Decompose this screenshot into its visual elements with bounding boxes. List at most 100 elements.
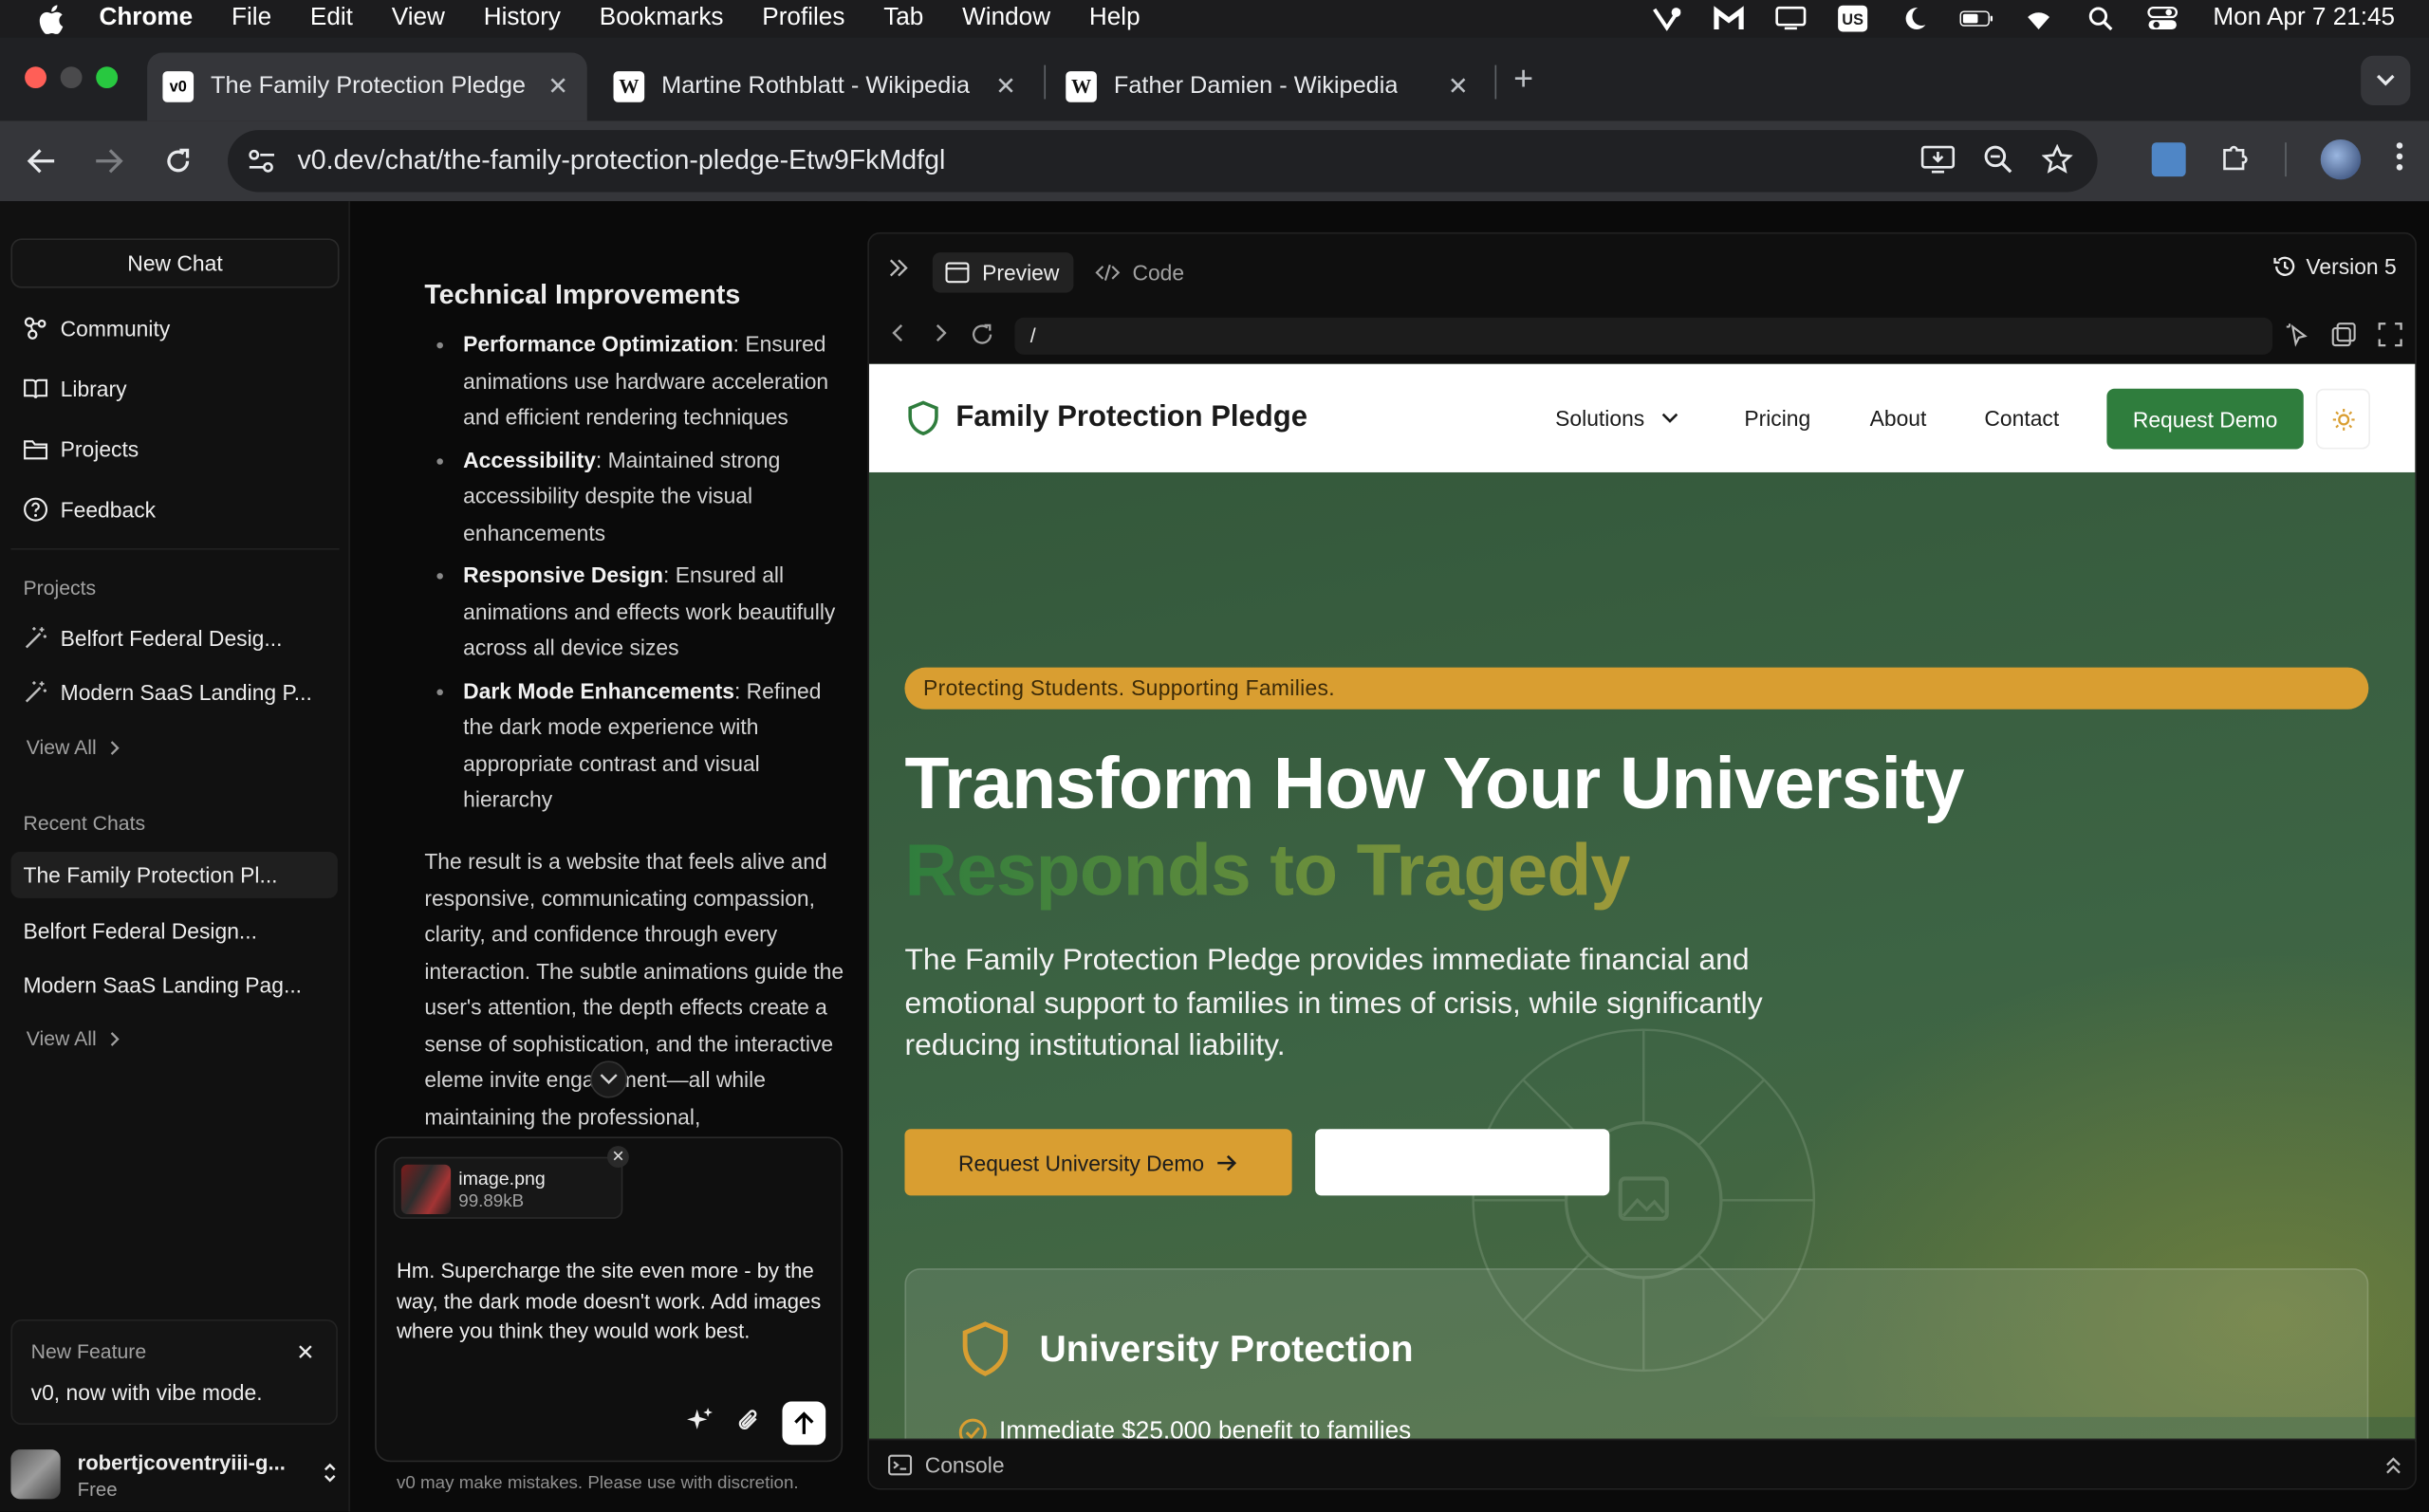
dismiss-feature-close-icon[interactable]: ✕ [296, 1339, 314, 1366]
projects-view-all-link[interactable]: View All [27, 736, 121, 759]
hero-headline-line2: Responds to Tragedy [904, 828, 1631, 911]
site-nav-about[interactable]: About [1870, 406, 1927, 431]
zoom-magnifier-icon[interactable] [1983, 144, 2014, 183]
new-tab-plus-icon[interactable]: + [1513, 59, 1533, 99]
preview-path-input[interactable]: / [1014, 317, 2273, 355]
chevron-up-down-icon [323, 1461, 338, 1493]
menu-profiles[interactable]: Profiles [762, 5, 844, 32]
tab-father-damien[interactable]: W Father Damien - Wikipedia ✕ [1050, 53, 1491, 121]
sidebar-item-library[interactable]: Library [22, 370, 127, 407]
recent-chat-item[interactable]: Belfort Federal Design... [10, 908, 337, 954]
malwarebytes-icon[interactable] [1711, 5, 1745, 32]
hero-description: The Family Protection Pledge provides im… [904, 943, 1763, 1062]
preview-reload-icon[interactable] [970, 323, 994, 355]
focus-moon-icon[interactable] [1897, 5, 1931, 32]
install-app-icon[interactable] [1920, 144, 1956, 183]
tab-search-chevron-icon[interactable] [2361, 55, 2411, 106]
remove-attachment-close-icon[interactable]: ✕ [606, 1146, 629, 1169]
vpn-status-icon[interactable] [1649, 5, 1683, 32]
recent-chat-item[interactable]: The Family Protection Pl... [10, 851, 338, 898]
address-url[interactable]: v0.dev/chat/the-family-protection-pledge… [297, 144, 945, 176]
help-icon [22, 495, 49, 523]
site-nav-contact[interactable]: Contact [1984, 406, 2059, 431]
console-toggle[interactable]: Console [888, 1452, 1005, 1478]
send-message-button[interactable] [782, 1401, 826, 1446]
profile-avatar[interactable] [2320, 138, 2362, 180]
reload-icon[interactable] [159, 142, 196, 179]
menu-edit[interactable]: Edit [310, 5, 353, 32]
site-settings-icon[interactable] [247, 145, 278, 176]
fullscreen-icon[interactable] [2378, 323, 2402, 355]
control-center-icon[interactable] [2145, 5, 2179, 32]
bookmark-star-icon[interactable] [2041, 143, 2073, 183]
composer-tools [686, 1401, 826, 1446]
sidebar-item-projects[interactable]: Projects [22, 431, 139, 468]
forward-arrow-icon[interactable] [90, 142, 127, 179]
expand-chevrons-up-icon[interactable] [2384, 1454, 2403, 1484]
preview-back-icon[interactable] [891, 323, 906, 352]
scroll-down-chevron-icon[interactable] [590, 1060, 628, 1098]
preview-tabs-bar: Preview Code Version 5 [869, 234, 2415, 308]
sidebar-project-modern-saas[interactable]: Modern SaaS Landing P... [22, 675, 312, 710]
recent-view-all-link[interactable]: View All [27, 1026, 121, 1050]
sidebar-item-label: Library [60, 376, 127, 401]
menu-file[interactable]: File [232, 5, 271, 32]
select-cursor-icon[interactable] [2285, 323, 2309, 355]
chat-composer: image.png 99.89kB ✕ Hm. Supercharge the … [375, 1136, 844, 1463]
sidebar-project-belfort[interactable]: Belfort Federal Desig... [22, 621, 283, 655]
minimize-window-button[interactable] [60, 66, 83, 89]
recent-chat-item[interactable]: Modern SaaS Landing Pag... [10, 962, 337, 1008]
wifi-icon[interactable] [2021, 5, 2055, 32]
site-brand[interactable]: Family Protection Pledge [906, 399, 1307, 436]
version-history-button[interactable]: Version 5 [2271, 254, 2397, 279]
sidebar-item-feedback[interactable]: Feedback [22, 491, 156, 528]
tab-martine-rothblatt[interactable]: W Martine Rothblatt - Wikipedia ✕ [598, 53, 1038, 121]
menu-tab[interactable]: Tab [883, 5, 923, 32]
close-tab-icon[interactable]: ✕ [1448, 71, 1469, 102]
secondary-cta-button[interactable] [1315, 1129, 1610, 1196]
extensions-puzzle-icon[interactable] [2220, 140, 2252, 179]
menu-window[interactable]: Window [962, 5, 1050, 32]
menu-view[interactable]: View [392, 5, 445, 32]
back-arrow-icon[interactable] [23, 142, 60, 179]
menu-history[interactable]: History [484, 5, 561, 32]
apple-menu-icon[interactable] [34, 2, 68, 36]
close-window-button[interactable] [25, 66, 46, 89]
preview-forward-icon[interactable] [933, 323, 948, 352]
menu-app-name[interactable]: Chrome [99, 5, 193, 32]
attachment-chip[interactable]: image.png 99.89kB [393, 1156, 623, 1219]
paperclip-attach-icon[interactable] [736, 1406, 761, 1442]
close-tab-icon[interactable]: ✕ [547, 71, 568, 102]
tab-separator [1494, 65, 1497, 100]
battery-icon[interactable] [1958, 5, 1993, 32]
site-nav-pricing[interactable]: Pricing [1744, 406, 1810, 431]
address-bar[interactable]: v0.dev/chat/the-family-protection-pledge… [227, 130, 2098, 193]
theme-toggle-button[interactable] [2315, 388, 2370, 450]
new-chat-button[interactable]: New Chat [10, 238, 340, 288]
zoom-window-button[interactable] [96, 66, 119, 89]
tab-preview[interactable]: Preview [932, 252, 1074, 293]
menu-help[interactable]: Help [1089, 5, 1140, 32]
close-tab-icon[interactable]: ✕ [995, 71, 1016, 102]
list-item: Performance Optimization: Ensured animat… [424, 326, 850, 435]
site-request-demo-button[interactable]: Request Demo [2106, 388, 2304, 450]
extension-icon[interactable] [2151, 142, 2186, 177]
sidebar-item-community[interactable]: Community [22, 310, 170, 347]
sparkles-enhance-icon[interactable] [686, 1406, 714, 1442]
chrome-menu-kebab-icon[interactable] [2395, 140, 2404, 179]
open-new-window-icon[interactable] [2331, 323, 2356, 355]
console-bar[interactable]: Console [868, 1438, 2416, 1488]
site-nav-solutions[interactable]: Solutions [1555, 406, 1678, 431]
collapse-chevrons-icon[interactable] [888, 257, 910, 286]
menu-bookmarks[interactable]: Bookmarks [600, 5, 724, 32]
spotlight-search-icon[interactable] [2083, 5, 2117, 32]
menubar-clock[interactable]: Mon Apr 7 21:45 [2213, 5, 2395, 32]
display-icon[interactable] [1773, 5, 1808, 32]
keyboard-input-icon[interactable]: US [1835, 5, 1869, 32]
message-input[interactable]: Hm. Supercharge the site even more - by … [397, 1256, 830, 1347]
user-account-menu[interactable]: robertjcoventryiii-g... Free [10, 1447, 343, 1508]
request-university-demo-button[interactable]: Request University Demo [904, 1129, 1292, 1196]
tab-code[interactable]: Code [1095, 252, 1184, 292]
hero-headline-line1: Transform How Your University [904, 742, 1964, 824]
tab-family-protection-pledge[interactable]: v0 The Family Protection Pledge ✕ [147, 52, 587, 121]
